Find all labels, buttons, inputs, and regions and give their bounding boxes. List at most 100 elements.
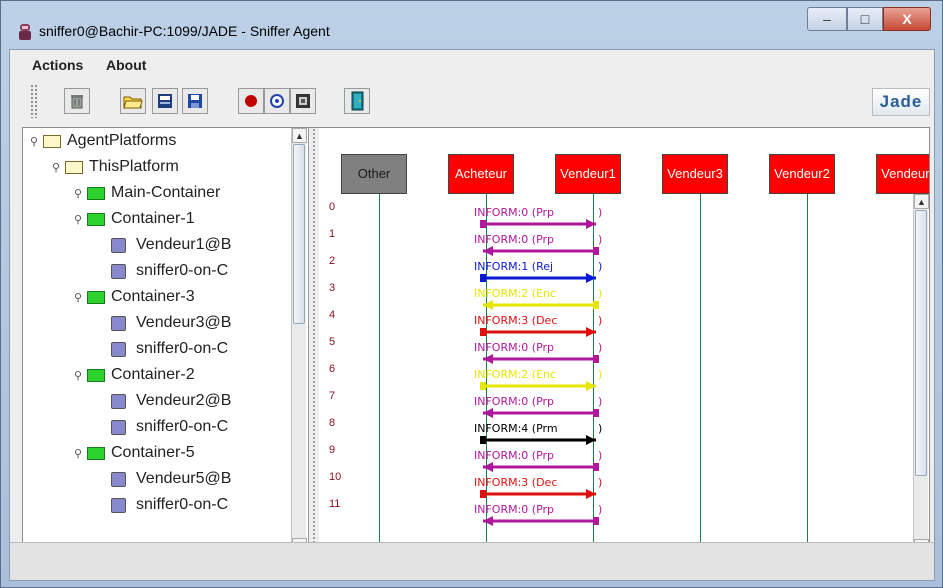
- tree-node[interactable]: sniffer0-on-C: [111, 338, 228, 360]
- save-icon: [188, 94, 202, 108]
- tree-node[interactable]: ⚲ AgentPlatforms: [29, 130, 176, 152]
- agent-tree[interactable]: ⚲ AgentPlatforms ⚲ ThisPlatform ⚲ Main-Contai…: [23, 128, 309, 570]
- agent-icon: [111, 471, 126, 487]
- tree-node[interactable]: Vendeur3@B: [111, 312, 231, 334]
- tree-toggle-icon[interactable]: ⚲: [73, 447, 83, 460]
- scroll-up-icon[interactable]: ▲: [914, 194, 929, 209]
- tree-node[interactable]: ⚲ Container-5: [73, 442, 195, 464]
- tree-node-label: AgentPlatforms: [67, 132, 177, 149]
- diagram-vertical-scrollbar[interactable]: ▲ ▼: [913, 194, 929, 554]
- close-button[interactable]: X: [883, 7, 931, 31]
- tree-node[interactable]: ⚲ Main-Container: [73, 182, 220, 204]
- tree-toggle-icon[interactable]: ⚲: [29, 135, 39, 148]
- tree-node-label: Vendeur1@B: [136, 236, 232, 253]
- message-label-close: ): [598, 395, 603, 408]
- message-arrow[interactable]: [483, 246, 599, 256]
- clear-trash-icon: [71, 95, 83, 109]
- tree-toggle-icon[interactable]: ⚲: [73, 369, 83, 382]
- record-button[interactable]: [238, 88, 264, 114]
- maximize-button[interactable]: □: [847, 7, 883, 31]
- message-arrow[interactable]: [480, 381, 596, 391]
- tree-toggle-icon[interactable]: ⚲: [73, 213, 83, 226]
- message-arrow[interactable]: [483, 462, 599, 472]
- message-arrow[interactable]: [480, 489, 596, 499]
- tree-node-label: Container-2: [111, 366, 195, 383]
- message-label[interactable]: INFORM:0 (Prp: [474, 449, 554, 462]
- message-arrows: [480, 219, 599, 526]
- save-button[interactable]: [182, 88, 208, 114]
- sequence-diagram[interactable]: Other Acheteur Vendeur1 Vendeur3 Vendeur2 Ven…: [319, 128, 929, 570]
- display-log-button[interactable]: [152, 88, 178, 114]
- tree-vertical-scrollbar[interactable]: ▲ ▼: [291, 128, 307, 554]
- open-button[interactable]: [120, 88, 146, 114]
- message-label-close: ): [598, 287, 603, 300]
- tree-node[interactable]: Vendeur2@B: [111, 390, 231, 412]
- minimize-icon: –: [823, 11, 831, 27]
- diagram-vscroll-thumb[interactable]: [915, 210, 927, 476]
- split-divider[interactable]: [309, 128, 319, 570]
- message-label[interactable]: INFORM:4 (Prm: [474, 422, 558, 435]
- record-icon: [245, 95, 257, 107]
- agent-icon: [111, 497, 126, 513]
- tree-node[interactable]: sniffer0-on-C: [111, 494, 228, 516]
- message-arrow[interactable]: [480, 327, 596, 337]
- folder-icon: [43, 134, 61, 148]
- message-label[interactable]: INFORM:2 (Enc: [474, 287, 556, 300]
- tree-node-label: sniffer0-on-C: [136, 340, 229, 357]
- tree-node[interactable]: ⚲ Container-1: [73, 208, 195, 230]
- snapshot-button[interactable]: [290, 88, 316, 114]
- tree-node-label: sniffer0-on-C: [136, 418, 229, 435]
- message-label[interactable]: INFORM:2 (Enc: [474, 368, 556, 381]
- menu-bar: Actions About: [10, 50, 934, 76]
- menu-about[interactable]: About: [106, 57, 146, 73]
- window-title: sniffer0@Bachir-PC:1099/JADE - Sniffer A…: [39, 23, 330, 39]
- message-label-close: ): [598, 449, 603, 462]
- message-arrow[interactable]: [480, 219, 596, 229]
- message-label[interactable]: INFORM:0 (Prp: [474, 395, 554, 408]
- tree-node-label: Container-3: [111, 288, 195, 305]
- message-label[interactable]: INFORM:0 (Prp: [474, 206, 554, 219]
- tree-node[interactable]: sniffer0-on-C: [111, 416, 228, 438]
- exit-button[interactable]: [344, 88, 370, 114]
- snapshot-icon: [296, 94, 310, 108]
- tree-toggle-icon[interactable]: ⚲: [73, 291, 83, 304]
- menu-actions[interactable]: Actions: [32, 57, 83, 73]
- message-arrow[interactable]: [483, 300, 599, 310]
- clear-button[interactable]: [64, 88, 90, 114]
- message-label[interactable]: INFORM:1 (Rej: [474, 260, 553, 273]
- title-bar[interactable]: sniffer0@Bachir-PC:1099/JADE - Sniffer A…: [1, 1, 942, 47]
- tree-node[interactable]: ⚲ Container-2: [73, 364, 195, 386]
- message-arrow[interactable]: [483, 354, 599, 364]
- tree-node-label: Container-5: [111, 444, 195, 461]
- message-arrow[interactable]: [480, 273, 596, 283]
- message-label[interactable]: INFORM:0 (Prp: [474, 341, 554, 354]
- tree-toggle-icon[interactable]: ⚲: [73, 187, 83, 200]
- agent-icon: [111, 263, 126, 279]
- tree-node[interactable]: sniffer0-on-C: [111, 260, 228, 282]
- tree-toggle-icon[interactable]: ⚲: [51, 161, 61, 174]
- message-label[interactable]: INFORM:0 (Prp: [474, 503, 554, 516]
- tree-node[interactable]: Vendeur1@B: [111, 234, 231, 256]
- close-icon: X: [902, 11, 912, 27]
- message-arrow[interactable]: [483, 408, 599, 418]
- minimize-button[interactable]: –: [807, 7, 847, 31]
- main-split-pane: ⚲ AgentPlatforms ⚲ ThisPlatform ⚲ Main-Contai…: [22, 127, 930, 571]
- message-label[interactable]: INFORM:3 (Dec: [474, 314, 557, 327]
- container-folder-icon: [87, 368, 105, 382]
- container-folder-icon: [87, 446, 105, 460]
- tree-node[interactable]: ⚲ Container-3: [73, 286, 195, 308]
- message-label[interactable]: INFORM:0 (Prp: [474, 233, 554, 246]
- message-arrow[interactable]: [483, 516, 599, 526]
- filter-icon: [270, 94, 284, 108]
- scroll-up-icon[interactable]: ▲: [292, 128, 307, 143]
- message-arrow[interactable]: [480, 435, 596, 445]
- tree-node[interactable]: Vendeur5@B: [111, 468, 231, 490]
- split-divider-grip: [312, 128, 316, 570]
- message-label[interactable]: INFORM:3 (Dec: [474, 476, 557, 489]
- toolbar-grip[interactable]: [30, 84, 38, 118]
- filter-button[interactable]: [264, 88, 290, 114]
- message-label-close: ): [598, 341, 603, 354]
- agent-icon: [111, 237, 126, 253]
- tree-vscroll-thumb[interactable]: [293, 144, 305, 324]
- tree-node[interactable]: ⚲ ThisPlatform: [51, 156, 179, 178]
